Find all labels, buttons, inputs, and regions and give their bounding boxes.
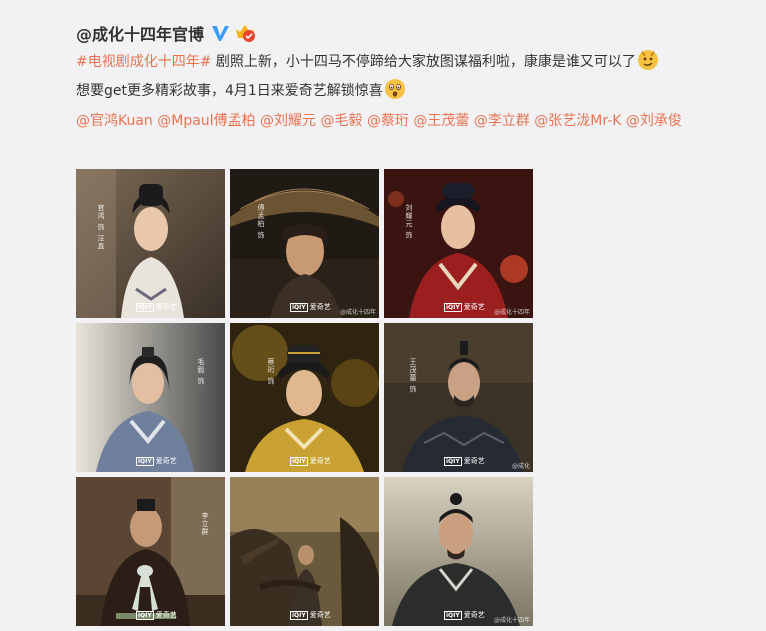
photo-thumbnail-4[interactable]: 毛毅 饰 iQIY 爱奇艺 — [76, 323, 225, 472]
mention-list: @官鸿Kuan @Mpaul傅孟柏 @刘耀元 @毛毅 @蔡珩 @王茂蕾 @李立群… — [76, 107, 746, 136]
photo-thumbnail-2[interactable]: 傅孟柏 饰 iQIY 爱奇艺 @成化十四年 — [230, 169, 379, 318]
iqiyi-logo-icon: iQIY — [444, 611, 462, 620]
iqiyi-logo-icon: iQIY — [290, 457, 308, 466]
credit-text: 爱奇艺 — [463, 457, 485, 465]
photo-grid: 官鸿 饰 汪直 iQIY 爱奇艺 傅孟柏 饰 iQIY 爱奇艺 @成化十四年 刘… — [76, 169, 534, 626]
iqiyi-credit: iQIY 爱奇艺 — [290, 302, 331, 312]
iqiyi-credit: iQIY 爱奇艺 — [444, 456, 485, 466]
caption-vertical-text: 李立群 — [201, 512, 209, 536]
mention-link[interactable]: @王茂蕾 — [413, 113, 469, 129]
post-text-1: 剧照上新，小十四马不停蹄给大家放图谋福利啦，康康是谁又可以了 — [211, 54, 636, 70]
post-header: @成化十四年官博 — [76, 20, 256, 46]
mention-link[interactable]: @刘承俊 — [626, 113, 682, 129]
credit-text: 爱奇艺 — [463, 303, 485, 311]
post-line-1: #电视剧成化十四年# 剧照上新，小十四马不停蹄给大家放图谋福利啦，康康是谁又可以… — [76, 48, 746, 77]
credit-text: 爱奇艺 — [463, 611, 485, 619]
iqiyi-credit: iQIY 爱奇艺 — [136, 610, 177, 620]
iqiyi-credit: iQIY 爱奇艺 — [136, 456, 177, 466]
vip-crown-icon — [234, 23, 256, 43]
iqiyi-logo-icon: iQIY — [290, 303, 308, 312]
post-text-2: 想要get更多精彩故事，4月1日来爱奇艺解锁惊喜 — [76, 83, 383, 99]
credit-text: 爱奇艺 — [155, 611, 177, 619]
photo-thumbnail-8[interactable]: iQIY 爱奇艺 — [230, 477, 379, 626]
photo-thumbnail-3[interactable]: 刘耀元 饰 iQIY 爱奇艺 @成化十四年 — [384, 169, 533, 318]
credit-text: 爱奇艺 — [309, 457, 331, 465]
mention-link[interactable]: @官鸿Kuan — [76, 113, 153, 129]
weibo-watermark: @成化十四年 — [493, 617, 530, 624]
mention-link[interactable]: @李立群 — [474, 113, 530, 129]
iqiyi-credit: iQIY 爱奇艺 — [444, 610, 485, 620]
smirk-face-emoji — [637, 49, 659, 71]
iqiyi-credit: iQIY 爱奇艺 — [290, 610, 331, 620]
photo-thumbnail-5[interactable]: 蔡珩 饰 iQIY 爱奇艺 — [230, 323, 379, 472]
iqiyi-credit: iQIY 爱奇艺 — [136, 302, 177, 312]
mention-link[interactable]: @刘耀元 — [260, 113, 316, 129]
weibo-watermark: @成化 — [511, 463, 530, 470]
credit-text: 爱奇艺 — [155, 303, 177, 311]
caption-vertical-text: 官鸿 饰 汪直 — [97, 204, 105, 251]
photo-thumbnail-6[interactable]: 王茂蕾 饰 iQIY 爱奇艺 @成化 — [384, 323, 533, 472]
iqiyi-logo-icon: iQIY — [136, 303, 154, 312]
post-line-2: 想要get更多精彩故事，4月1日来爱奇艺解锁惊喜 — [76, 77, 746, 106]
credit-text: 爱奇艺 — [309, 611, 331, 619]
caption-vertical-text: 傅孟柏 饰 — [257, 204, 265, 240]
caption-vertical-text: 王茂蕾 饰 — [409, 358, 417, 394]
iqiyi-credit: iQIY 爱奇艺 — [444, 302, 485, 312]
post-body: #电视剧成化十四年# 剧照上新，小十四马不停蹄给大家放图谋福利啦，康康是谁又可以… — [76, 48, 746, 106]
iqiyi-credit: iQIY 爱奇艺 — [290, 456, 331, 466]
photo-thumbnail-1[interactable]: 官鸿 饰 汪直 iQIY 爱奇艺 — [76, 169, 225, 318]
iqiyi-logo-icon: iQIY — [136, 457, 154, 466]
weibo-watermark: @成化十四年 — [339, 309, 376, 316]
iqiyi-logo-icon: iQIY — [290, 611, 308, 620]
photo-thumbnail-9[interactable]: iQIY 爱奇艺 @成化十四年 — [384, 477, 533, 626]
mention-link[interactable]: @毛毅 — [320, 113, 362, 129]
caption-vertical-text: 毛毅 饰 — [197, 358, 205, 386]
iqiyi-logo-icon: iQIY — [136, 611, 154, 620]
mention-link[interactable]: @张艺泷Mr-K — [534, 113, 621, 129]
weibo-watermark: @成化十四年 — [493, 309, 530, 316]
credit-text: 爱奇艺 — [309, 303, 331, 311]
mention-link[interactable]: @蔡珩 — [367, 113, 409, 129]
surprised-face-emoji — [384, 78, 406, 100]
weibo-post-card: @成化十四年官博 #电视剧成化十四年# 剧照上新，小十四马不停蹄给大家放图谋福利… — [0, 0, 766, 631]
iqiyi-logo-icon: iQIY — [444, 303, 462, 312]
hashtag-link[interactable]: #电视剧成化十四年# — [76, 54, 211, 70]
caption-vertical-text: 刘耀元 饰 — [405, 204, 413, 240]
author-name-link[interactable]: @成化十四年官博 — [76, 21, 204, 45]
verified-v-icon — [210, 23, 230, 43]
iqiyi-logo-icon: iQIY — [444, 457, 462, 466]
mention-link[interactable]: @Mpaul傅孟柏 — [157, 113, 255, 129]
credit-text: 爱奇艺 — [155, 457, 177, 465]
caption-vertical-text: 蔡珩 饰 — [267, 358, 275, 386]
photo-thumbnail-7[interactable]: 李立群 iQIY 爱奇艺 — [76, 477, 225, 626]
